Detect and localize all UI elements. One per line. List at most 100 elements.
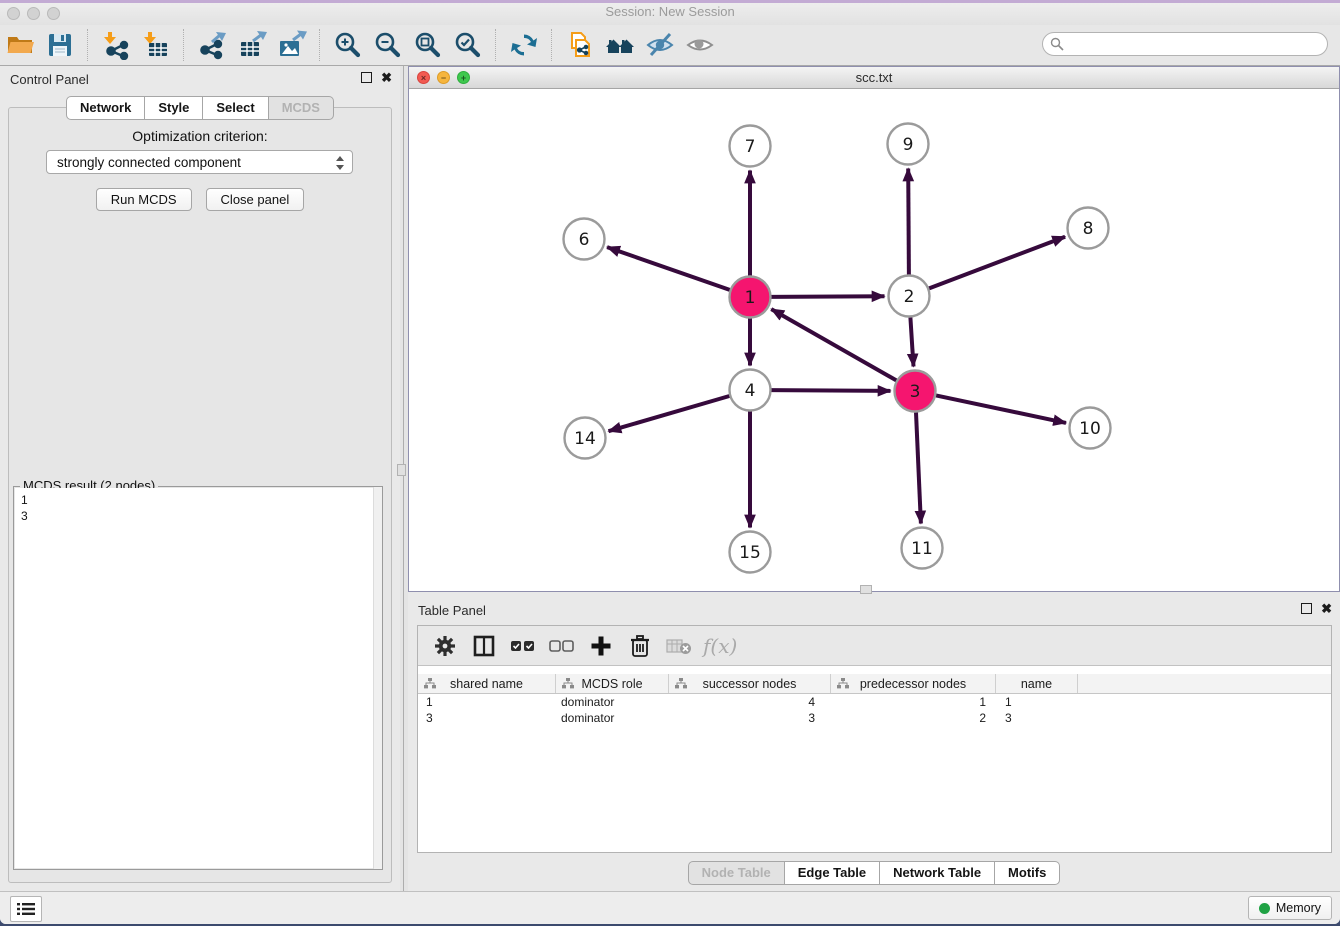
graph-node-10[interactable]: 10 [1070,408,1111,449]
column-header-MCDS-role[interactable]: MCDS role [556,674,669,693]
search-input[interactable] [1042,32,1328,56]
close-panel-button[interactable]: Close panel [206,188,305,211]
table-row[interactable]: 1dominator411 [418,694,1331,710]
svg-text:11: 11 [911,539,933,559]
table-cell[interactable]: 3 [996,710,1078,726]
criterion-select[interactable]: strongly connected component [46,150,353,174]
table-cell[interactable]: dominator [556,710,669,726]
graph-edge-3-1[interactable] [771,309,896,380]
float-panel-icon[interactable] [1301,603,1312,614]
hide-selected-icon[interactable] [643,29,677,61]
graph-edge-1-6[interactable] [607,247,730,290]
graph-edge-2-8[interactable] [929,237,1065,289]
import-network-icon[interactable] [99,29,133,61]
graph-node-2[interactable]: 2 [889,276,930,317]
task-history-button[interactable] [10,896,42,922]
close-panel-icon[interactable]: ✖ [381,72,392,83]
column-header-predecessor-nodes[interactable]: predecessor nodes [831,674,996,693]
clone-network-icon[interactable] [563,29,597,61]
zoom-fit-icon[interactable] [411,29,445,61]
graph-edge-4-3[interactable] [772,390,891,391]
result-scrollbar[interactable] [373,487,382,869]
table-cell[interactable]: dominator [556,694,669,710]
save-session-icon[interactable] [43,29,77,61]
export-table-icon[interactable] [235,29,269,61]
titlebar: Session: New Session [0,0,1340,25]
zoom-selected-icon[interactable] [451,29,485,61]
graph-node-8[interactable]: 8 [1068,208,1109,249]
column-header-filler [1078,674,1331,693]
graph-edge-2-3[interactable] [910,318,913,367]
tab-style[interactable]: Style [145,96,203,120]
close-panel-icon[interactable]: ✖ [1321,603,1332,614]
graph-edge-4-14[interactable] [609,396,730,431]
zoom-in-icon[interactable] [331,29,365,61]
refresh-icon[interactable] [507,29,541,61]
splitter-grip[interactable] [397,464,406,476]
table-settings-gear-icon[interactable] [430,632,460,660]
graph-node-9[interactable]: 9 [888,124,929,165]
show-columns-icon[interactable] [469,632,499,660]
tab-motifs[interactable]: Motifs [995,861,1060,885]
graph-edge-3-10[interactable] [936,395,1066,423]
toolbar-separator [183,29,185,61]
memory-button[interactable]: Memory [1248,896,1332,920]
table-cell[interactable]: 1 [996,694,1078,710]
graph-node-6[interactable]: 6 [564,219,605,260]
tab-network-table[interactable]: Network Table [880,861,995,885]
export-image-icon[interactable] [275,29,309,61]
graph-node-7[interactable]: 7 [730,126,771,167]
mcds-result-text[interactable]: 13 [15,488,381,868]
table-cell[interactable]: 4 [669,694,831,710]
toolbar-separator [551,29,553,61]
delete-table-icon [664,632,694,660]
graph-edge-1-2[interactable] [772,296,885,297]
zoom-out-icon[interactable] [371,29,405,61]
graph-edge-2-9[interactable] [908,169,909,275]
graph-node-3[interactable]: 3 [895,371,936,412]
table-body: 1dominator4113dominator323 [418,694,1331,726]
export-network-icon[interactable] [195,29,229,61]
delete-column-icon[interactable] [625,632,655,660]
table-toolbar: f(x) [418,626,1331,666]
column-header-name[interactable]: name [996,674,1078,693]
table-cell[interactable]: 1 [418,694,556,710]
list-icon [17,902,35,916]
tab-mcds[interactable]: MCDS [269,96,334,120]
svg-text:7: 7 [745,137,756,157]
tab-node-table[interactable]: Node Table [688,861,785,885]
deselect-all-icon[interactable] [547,632,577,660]
tab-network[interactable]: Network [66,96,145,120]
select-all-icon[interactable] [508,632,538,660]
network-graph[interactable]: 1 2 3 4 6 7 8 9 10 11 14 15 [409,89,1339,591]
table-cell[interactable]: 1 [831,694,996,710]
svg-text:14: 14 [574,429,596,449]
graph-node-15[interactable]: 15 [730,532,771,573]
table-cell[interactable]: 3 [418,710,556,726]
splitter-grip[interactable] [860,585,872,594]
column-header-successor-nodes[interactable]: successor nodes [669,674,831,693]
graph-node-11[interactable]: 11 [902,528,943,569]
svg-text:6: 6 [579,230,590,250]
network-window-titlebar[interactable]: × − + scc.txt [409,67,1339,89]
vertical-splitter[interactable] [400,66,408,893]
run-mcds-button[interactable]: Run MCDS [96,188,192,211]
add-column-icon[interactable] [586,632,616,660]
import-table-icon[interactable] [139,29,173,61]
graph-node-1[interactable]: 1 [730,277,771,318]
graph-edge-3-11[interactable] [916,413,921,524]
float-panel-icon[interactable] [361,72,372,83]
table-row[interactable]: 3dominator323 [418,710,1331,726]
control-panel-title: Control Panel [10,72,89,87]
graph-node-14[interactable]: 14 [565,418,606,459]
tab-edge-table[interactable]: Edge Table [785,861,880,885]
table-cell[interactable]: 2 [831,710,996,726]
table-cell[interactable]: 3 [669,710,831,726]
column-header-shared-name[interactable]: shared name [418,674,556,693]
tab-select[interactable]: Select [203,96,268,120]
graph-node-4[interactable]: 4 [730,370,771,411]
show-all-icon[interactable] [683,29,717,61]
network-canvas[interactable]: 1 2 3 4 6 7 8 9 10 11 14 15 [409,89,1339,591]
open-session-icon[interactable] [3,29,37,61]
first-neighbors-icon[interactable] [603,29,637,61]
